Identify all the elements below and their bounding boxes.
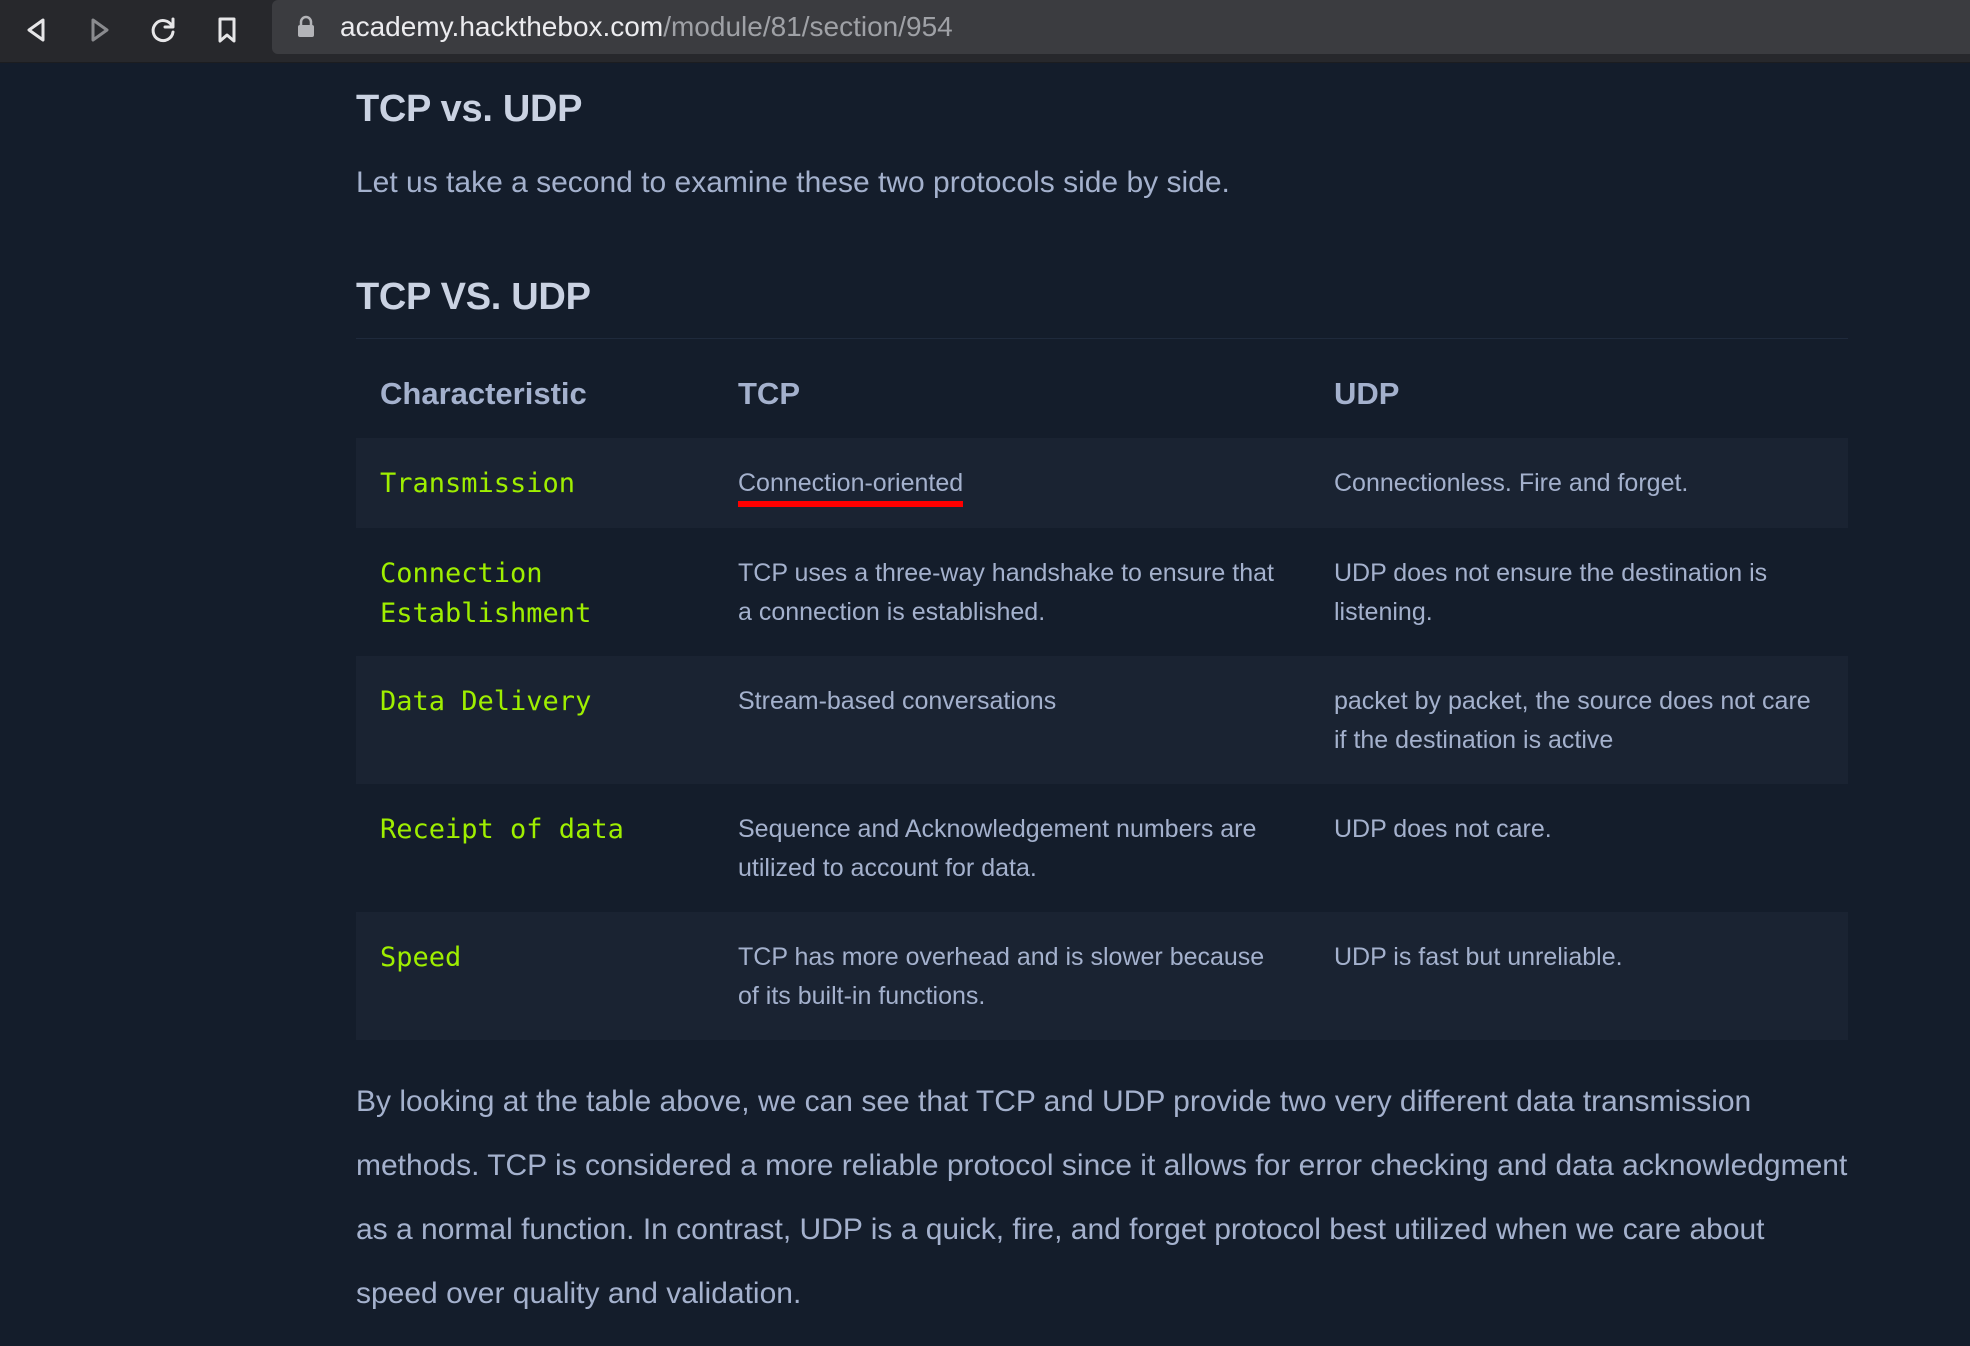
characteristic-cell: Speed: [356, 912, 714, 1040]
divider: [356, 338, 1848, 339]
page-title: TCP vs. UDP: [356, 88, 583, 130]
tcp-cell: TCP uses a three-way handshake to ensure…: [738, 559, 1274, 626]
characteristic-cell: Data Delivery: [356, 656, 714, 784]
udp-cell: UDP is fast but unreliable.: [1310, 912, 1848, 1040]
forward-button[interactable]: [78, 8, 122, 52]
tcp-cell: TCP has more overhead and is slower beca…: [714, 912, 1310, 1040]
summary-paragraph: By looking at the table above, we can se…: [356, 1085, 1848, 1310]
forward-icon: [91, 18, 109, 42]
address-bar[interactable]: academy.hackthebox.com/module/81/section…: [272, 0, 1970, 54]
header-udp: UDP: [1334, 376, 1400, 411]
table-header-row: Characteristic TCP UDP: [356, 350, 1848, 438]
intro-paragraph: Let us take a second to examine these tw…: [356, 166, 1230, 199]
browser-toolbar: academy.hackthebox.com/module/81/section…: [0, 0, 1970, 63]
udp-cell: Connectionless. Fire and forget.: [1310, 438, 1848, 528]
characteristic-cell: Connection Establishment: [380, 558, 592, 629]
comparison-table: Characteristic TCP UDP Transmission Conn…: [356, 350, 1848, 1040]
udp-cell: UDP does not care.: [1334, 815, 1552, 843]
header-tcp: TCP: [738, 376, 800, 411]
back-icon: [27, 18, 45, 42]
bookmark-icon: [218, 17, 236, 43]
table-row: Data Delivery Stream-based conversations…: [356, 656, 1848, 784]
characteristic-cell: Receipt of data: [380, 814, 624, 845]
table-row: Transmission Connection-oriented Connect…: [356, 438, 1848, 528]
tcp-cell: Sequence and Acknowledgement numbers are…: [738, 815, 1257, 882]
udp-cell: packet by packet, the source does not ca…: [1310, 656, 1848, 784]
table-row: Receipt of data Sequence and Acknowledge…: [356, 784, 1848, 912]
header-characteristic: Characteristic: [380, 376, 587, 411]
url-text[interactable]: academy.hackthebox.com/module/81/section…: [340, 12, 953, 42]
url-domain: academy.hackthebox.com: [340, 11, 664, 42]
table-title: TCP VS. UDP: [356, 276, 591, 318]
characteristic-cell: Transmission: [356, 438, 714, 528]
bookmark-button[interactable]: [205, 8, 249, 52]
reload-button[interactable]: [141, 8, 185, 52]
back-button[interactable]: [14, 8, 58, 52]
udp-cell: UDP does not ensure the destination is l…: [1334, 559, 1768, 626]
table-row: Connection Establishment TCP uses a thre…: [356, 528, 1848, 656]
tcp-cell: Stream-based conversations: [714, 656, 1310, 784]
highlighted-text: Connection-oriented: [738, 469, 964, 507]
reload-icon: [151, 17, 175, 42]
lock-icon: [298, 15, 314, 37]
table-row: Speed TCP has more overhead and is slowe…: [356, 912, 1848, 1040]
url-path: /module/81/section/954: [663, 11, 953, 42]
tcp-cell: Connection-oriented: [714, 438, 1310, 528]
